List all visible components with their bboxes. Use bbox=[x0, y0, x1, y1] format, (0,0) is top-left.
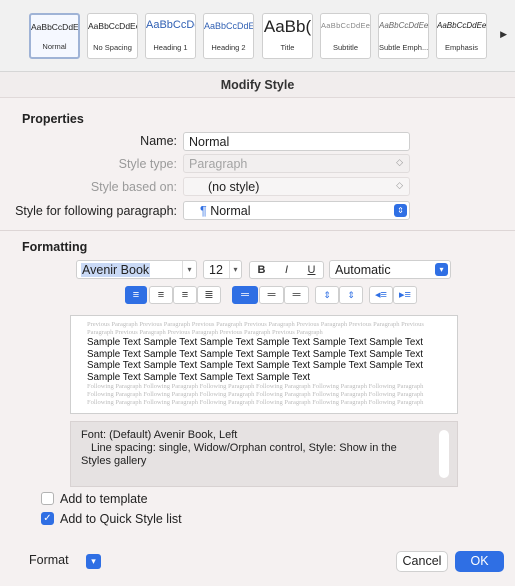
align-right-button[interactable]: ≡ bbox=[173, 286, 197, 304]
style-tile-sample: AaBb( bbox=[263, 17, 312, 36]
style-type-value: Paragraph bbox=[189, 157, 248, 171]
style-tile-sample: AaBbCcDdEe bbox=[88, 21, 137, 31]
following-paragraph-label: Style for following paragraph: bbox=[15, 204, 177, 218]
chevron-down-icon[interactable]: ▾ bbox=[182, 261, 196, 278]
name-label: Name: bbox=[140, 134, 177, 148]
font-size-value: 12 bbox=[209, 263, 223, 277]
align-justify-button[interactable]: ≣ bbox=[197, 286, 221, 304]
style-type-label: Style type: bbox=[118, 157, 177, 171]
space-before-icon[interactable]: ⇕ bbox=[315, 286, 339, 304]
description-line: Font: (Default) Avenir Book, Left bbox=[81, 429, 238, 441]
preview-sample-text: Sample Text Sample Text Sample Text Samp… bbox=[87, 360, 423, 371]
dialog-titlebar: Modify Style bbox=[0, 72, 515, 98]
style-tile-no-spacing[interactable]: AaBbCcDdEe No Spacing bbox=[87, 13, 138, 59]
preview-sample-text: Sample Text Sample Text Sample Text Samp… bbox=[87, 348, 423, 360]
style-tile-subtitle[interactable]: AaBbCcDdEe Subtitle bbox=[320, 13, 371, 59]
based-on-value: (no style) bbox=[208, 180, 260, 194]
align-left-button[interactable]: ≡ bbox=[125, 286, 147, 304]
line-spacing-onehalf-button[interactable]: ═ bbox=[259, 286, 284, 304]
preview-following-text: Following Paragraph Following Paragraph … bbox=[87, 399, 424, 406]
style-type-select: Paragraph ◇ bbox=[183, 154, 410, 173]
add-to-template-checkbox[interactable]: Add to template bbox=[41, 492, 241, 507]
space-after-icon[interactable]: ⇕ bbox=[339, 286, 363, 304]
chevron-updown-icon: ⇕ bbox=[394, 204, 407, 217]
style-tile-sample: AaBbCcDdEe bbox=[204, 21, 253, 31]
preview-previous-text: Paragraph Previous Paragraph Previous Pa… bbox=[87, 329, 323, 336]
align-center-button[interactable]: ≡ bbox=[149, 286, 173, 304]
preview-following-text: Following Paragraph Following Paragraph … bbox=[87, 383, 424, 390]
font-color-select[interactable]: Automatic ▾ bbox=[329, 260, 451, 279]
increase-indent-icon[interactable]: ▸≡ bbox=[393, 286, 417, 304]
add-to-template-label: Add to template bbox=[60, 492, 148, 506]
formatting-heading: Formatting bbox=[22, 240, 88, 254]
underline-button[interactable]: U bbox=[299, 261, 324, 279]
font-name-value: Avenir Book bbox=[81, 263, 151, 277]
chevron-updown-icon: ◇ bbox=[396, 180, 403, 190]
style-tile-name: Heading 1 bbox=[153, 43, 188, 52]
ok-button[interactable]: OK bbox=[455, 551, 504, 572]
font-color-value: Automatic bbox=[335, 263, 391, 277]
chevron-updown-icon: ◇ bbox=[396, 157, 403, 167]
description-line: Line spacing: single, Widow/Orphan contr… bbox=[91, 442, 397, 454]
pilcrow-icon: ¶ bbox=[200, 204, 207, 218]
style-tile-name: Normal bbox=[42, 42, 67, 51]
preview-previous-text: Previous Paragraph Previous Paragraph Pr… bbox=[87, 321, 424, 328]
preview-sample-text: Sample Text Sample Text Sample Text Samp… bbox=[87, 371, 311, 383]
chevron-down-icon: ▾ bbox=[435, 263, 448, 276]
modify-style-dialog: Modify Style Properties Name: Normal Sty… bbox=[0, 72, 515, 586]
font-name-combobox[interactable]: Avenir Book ▾ bbox=[76, 260, 197, 279]
decrease-indent-icon[interactable]: ◂≡ bbox=[369, 286, 393, 304]
checkbox-box[interactable] bbox=[41, 492, 54, 505]
style-tile-normal[interactable]: AaBbCcDdEe Normal bbox=[29, 13, 80, 59]
cancel-button[interactable]: Cancel bbox=[396, 551, 448, 572]
based-on-label: Style based on: bbox=[90, 180, 177, 194]
based-on-select[interactable]: (no style) ◇ bbox=[183, 177, 410, 196]
style-tile-heading-2[interactable]: AaBbCcDdEe Heading 2 bbox=[203, 13, 254, 59]
style-gallery: AaBbCcDdEe Normal AaBbCcDdEe No Spacing … bbox=[0, 0, 515, 72]
italic-button[interactable]: I bbox=[274, 261, 299, 279]
following-paragraph-value: Normal bbox=[210, 204, 251, 218]
style-description: Font: (Default) Avenir Book, Left Line s… bbox=[70, 421, 458, 487]
description-scrollbar[interactable] bbox=[439, 430, 449, 478]
dialog-title: Modify Style bbox=[220, 78, 295, 92]
style-tile-name: Emphasis bbox=[445, 43, 478, 52]
format-menu-button[interactable]: Format ▾ bbox=[25, 551, 102, 572]
style-preview: Previous Paragraph Previous Paragraph Pr… bbox=[70, 315, 458, 414]
style-tile-sample: AaBbCcDc bbox=[146, 19, 195, 31]
style-tile-heading-1[interactable]: AaBbCcDc Heading 1 bbox=[145, 13, 196, 59]
add-to-quick-style-label: Add to Quick Style list bbox=[60, 512, 182, 526]
style-tile-name: Subtitle bbox=[332, 43, 359, 52]
section-divider bbox=[0, 230, 515, 231]
style-tile-sample: AaBbCcDdEe bbox=[379, 21, 428, 30]
preview-following-text: Following Paragraph Following Paragraph … bbox=[87, 391, 424, 398]
line-spacing-double-button[interactable]: ═ bbox=[284, 286, 309, 304]
style-tile-name: Heading 2 bbox=[211, 43, 246, 52]
properties-heading: Properties bbox=[22, 112, 84, 126]
checkmark-icon[interactable]: ✓ bbox=[41, 512, 54, 525]
style-tile-emphasis[interactable]: AaBbCcDdEe Emphasis bbox=[436, 13, 487, 59]
style-tile-subtle-emphasis[interactable]: AaBbCcDdEe Subtle Emph... bbox=[378, 13, 429, 59]
style-tile-title[interactable]: AaBb( Title bbox=[262, 13, 313, 59]
style-tile-sample: AaBbCcDdEe bbox=[321, 21, 370, 30]
chevron-down-icon[interactable]: ▾ bbox=[229, 261, 241, 278]
style-tile-name: Title bbox=[280, 43, 295, 52]
preview-sample-text: Sample Text Sample Text Sample Text Samp… bbox=[87, 337, 423, 348]
triangle-right-icon[interactable]: ▶ bbox=[500, 29, 507, 40]
line-spacing-single-button[interactable]: ═ bbox=[232, 286, 258, 304]
description-line: Styles gallery bbox=[81, 455, 147, 467]
following-paragraph-select[interactable]: ¶ Normal ⇕ bbox=[183, 201, 410, 220]
bold-button[interactable]: B bbox=[249, 261, 274, 279]
font-size-combobox[interactable]: 12 ▾ bbox=[203, 260, 242, 279]
style-tile-sample: AaBbCcDdEe bbox=[437, 21, 486, 30]
chevron-down-icon: ▾ bbox=[86, 554, 101, 569]
name-field[interactable]: Normal bbox=[183, 132, 410, 151]
add-to-quick-style-checkbox[interactable]: ✓ Add to Quick Style list bbox=[41, 512, 241, 527]
format-label: Format bbox=[29, 553, 69, 567]
style-tile-sample: AaBbCcDdEe bbox=[31, 22, 78, 32]
style-tile-name: No Spacing bbox=[93, 43, 132, 52]
style-tile-name: Subtle Emph... bbox=[379, 43, 428, 52]
